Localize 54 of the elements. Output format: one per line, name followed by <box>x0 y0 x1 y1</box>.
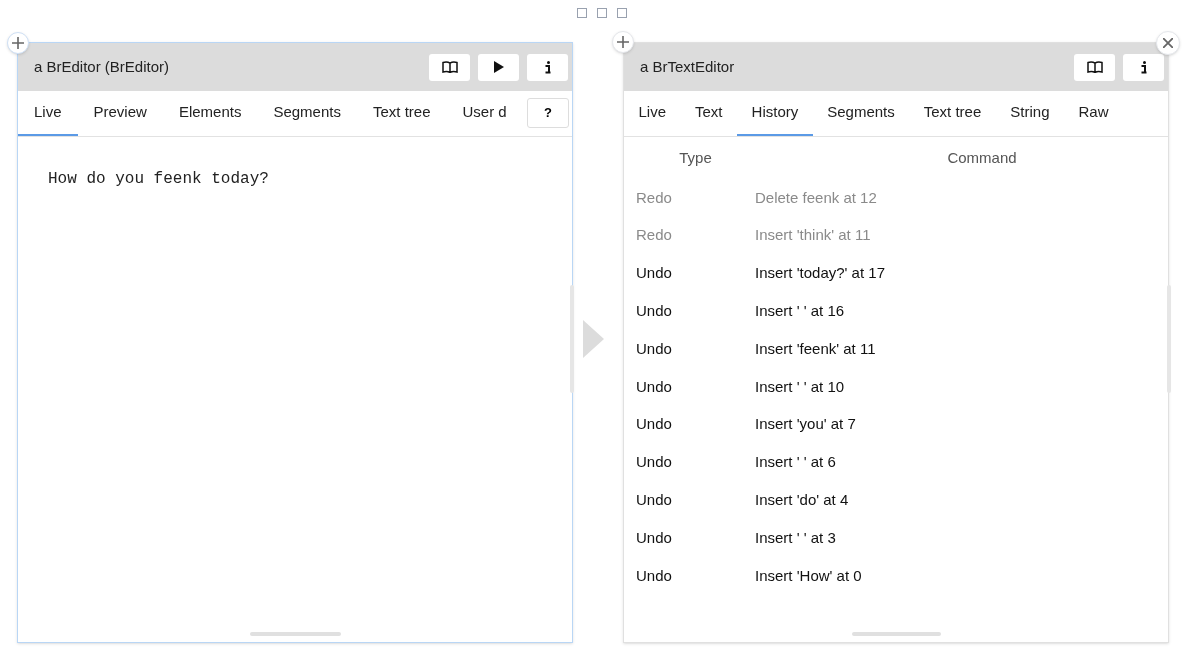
column-header: Command <box>946 147 1018 168</box>
book-button[interactable] <box>1074 53 1115 81</box>
book-button[interactable] <box>429 53 470 81</box>
tab[interactable]: Preview <box>77 91 163 136</box>
table-cell-text: Insert 'feenk' at 11 <box>755 338 876 359</box>
table-cell-text: Undo <box>635 452 673 473</box>
tab[interactable]: String <box>995 91 1064 136</box>
close-icon[interactable] <box>1156 31 1180 55</box>
column-header: Type <box>678 147 713 168</box>
table-cell-text: Insert 'you' at 7 <box>755 414 856 435</box>
tab[interactable]: History <box>737 91 813 136</box>
tab[interactable]: Live <box>624 91 681 136</box>
tab[interactable]: Raw <box>1064 91 1123 136</box>
tab[interactable]: Elements <box>162 91 258 136</box>
add-icon[interactable] <box>7 32 29 54</box>
table-cell-text: Undo <box>635 565 673 586</box>
table-cell-text: Insert 'think' at 11 <box>755 225 871 246</box>
editor-text: How do you feenk today? <box>48 169 269 190</box>
book-icon <box>441 61 458 73</box>
tab[interactable]: Text tree <box>356 91 447 136</box>
table-cell-text: Delete feenk at 12 <box>755 187 877 208</box>
play-button[interactable] <box>478 53 519 81</box>
table-cell-text: Undo <box>635 376 673 397</box>
table-cell-text: Undo <box>635 414 673 435</box>
table-cell-text: Undo <box>635 527 673 548</box>
table-cell-text: Insert ' ' at 10 <box>755 376 845 397</box>
tab[interactable]: Segments <box>812 91 910 136</box>
book-icon <box>1086 61 1103 73</box>
play-icon <box>493 61 504 73</box>
info-button[interactable] <box>1123 53 1164 81</box>
table-cell-text: Redo <box>635 225 673 246</box>
tab[interactable]: User d <box>446 91 523 136</box>
table-cell-text: Insert ' ' at 6 <box>755 452 836 473</box>
table-cell-text: Insert ' ' at 3 <box>755 527 836 548</box>
panel-title: a BrEditor (BrEditor) <box>34 56 171 77</box>
info-button[interactable] <box>527 53 568 81</box>
table-cell-text: Insert 'do' at 4 <box>755 490 849 510</box>
table-cell-text: Insert ' ' at 16 <box>755 301 845 322</box>
table-cell-text: Redo <box>635 187 673 208</box>
panel-title: a BrTextEditor <box>640 56 736 77</box>
table-cell-text: Undo <box>635 263 673 284</box>
info-icon <box>1140 60 1147 74</box>
tab[interactable]: Segments <box>257 91 357 136</box>
table-cell-text: Undo <box>635 301 673 322</box>
tab[interactable]: Text <box>680 91 738 136</box>
tab[interactable]: Text tree <box>909 91 996 136</box>
tab[interactable]: Live <box>18 91 78 136</box>
table-cell-text: Undo <box>635 490 673 510</box>
table-cell-text: Insert 'today?' at 17 <box>755 263 885 284</box>
help-button[interactable]: ? <box>527 98 569 128</box>
info-icon <box>544 60 551 74</box>
table-cell-text: Insert 'How' at 0 <box>755 565 862 586</box>
add-icon[interactable] <box>612 31 634 53</box>
table-cell-text: Undo <box>635 338 673 359</box>
